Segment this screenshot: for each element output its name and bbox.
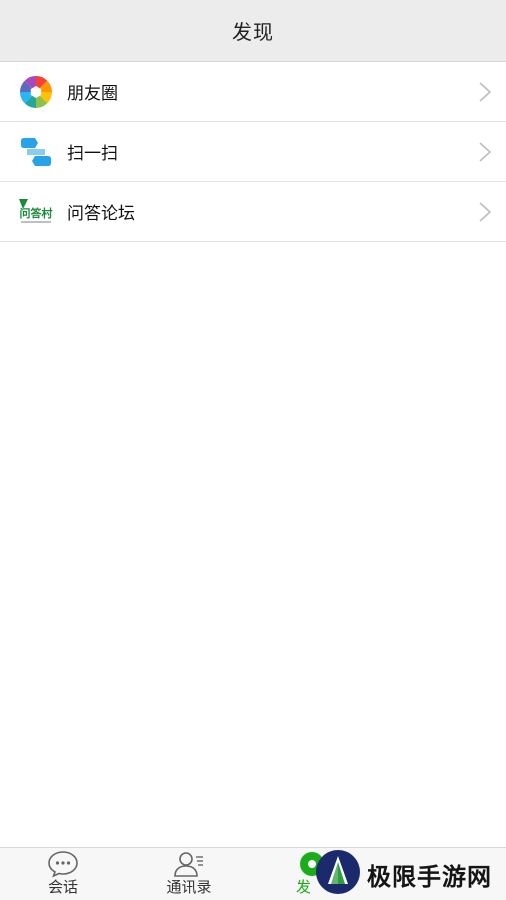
list-item-scan[interactable]: 扫一扫 bbox=[0, 122, 506, 182]
list-item-label: 扫一扫 bbox=[67, 144, 118, 164]
tab-label: 会话 bbox=[47, 878, 78, 896]
contacts-icon bbox=[173, 850, 205, 878]
tab-label: 通讯录 bbox=[166, 878, 212, 896]
moments-aperture-icon bbox=[19, 75, 53, 109]
list-item-label: 问答论坛 bbox=[67, 204, 135, 224]
page-title: 发现 bbox=[232, 20, 274, 44]
watermark: 极限手游网 bbox=[315, 850, 506, 898]
discover-list: 朋友圈 扫一扫 问答村 问答论坛 bbox=[0, 62, 506, 242]
watermark-logo-icon bbox=[315, 849, 361, 899]
watermark-text: 极限手游网 bbox=[367, 861, 492, 891]
nav-bar: 发现 bbox=[0, 0, 506, 62]
tab-contacts[interactable]: 通讯录 bbox=[139, 848, 239, 900]
chat-bubble-icon bbox=[47, 850, 79, 878]
scan-icon bbox=[19, 135, 53, 169]
list-item-moments[interactable]: 朋友圈 bbox=[0, 62, 506, 122]
list-item-qa-forum[interactable]: 问答村 问答论坛 bbox=[0, 182, 506, 242]
svg-text:问答村: 问答村 bbox=[20, 206, 53, 220]
chevron-right-icon bbox=[478, 81, 492, 103]
tab-chats[interactable]: 会话 bbox=[13, 848, 113, 900]
chevron-right-icon bbox=[478, 141, 492, 163]
list-item-label: 朋友圈 bbox=[67, 84, 118, 104]
chevron-right-icon bbox=[478, 201, 492, 223]
wendacun-logo-icon: 问答村 bbox=[19, 195, 53, 229]
